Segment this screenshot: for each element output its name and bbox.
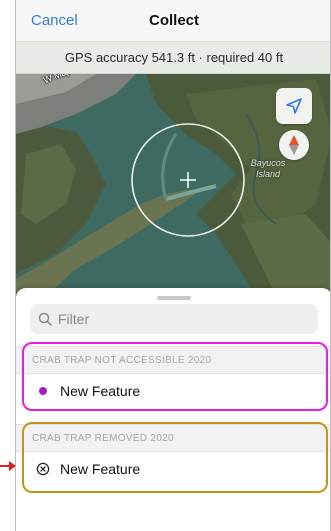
filter-placeholder: Filter [58, 311, 90, 327]
list-item[interactable]: New Feature [16, 452, 330, 486]
locate-button[interactable] [276, 88, 312, 124]
filter-input[interactable]: Filter [30, 304, 318, 334]
search-icon [38, 312, 52, 326]
sheet-grabber[interactable] [157, 296, 191, 300]
map-view[interactable]: W Maple St Bayucos Island [16, 74, 330, 296]
navigation-bar: Cancel Collect [16, 0, 330, 42]
circle-x-icon [36, 462, 50, 476]
group-header: CRAB TRAP REMOVED 2020 [16, 424, 330, 452]
feature-group-not-accessible: CRAB TRAP NOT ACCESSIBLE 2020 New Featur… [16, 346, 330, 408]
gps-accuracy-banner: GPS accuracy 541.3 ft · required 40 ft [16, 42, 330, 74]
purple-dot-icon [36, 387, 50, 395]
feature-label: New Feature [60, 383, 141, 399]
compass-icon [289, 135, 299, 155]
group-header: CRAB TRAP NOT ACCESSIBLE 2020 [16, 346, 330, 374]
feature-sheet: Filter CRAB TRAP NOT ACCESSIBLE 2020 New… [16, 288, 330, 531]
feature-group-removed: CRAB TRAP REMOVED 2020 New Feature [16, 424, 330, 486]
cancel-button[interactable]: Cancel [31, 12, 78, 29]
gps-accuracy-text: GPS accuracy 541.3 ft · required 40 ft [64, 50, 284, 65]
list-item[interactable]: New Feature [16, 374, 330, 408]
location-arrow-icon [286, 98, 302, 114]
island-label: Bayucos Island [250, 158, 286, 179]
compass-button[interactable] [279, 130, 309, 160]
pointer-arrow-icon [0, 461, 16, 471]
feature-label: New Feature [60, 461, 141, 477]
app-screen: Cancel Collect GPS accuracy 541.3 ft · r… [15, 0, 331, 531]
page-title: Collect [148, 12, 199, 29]
